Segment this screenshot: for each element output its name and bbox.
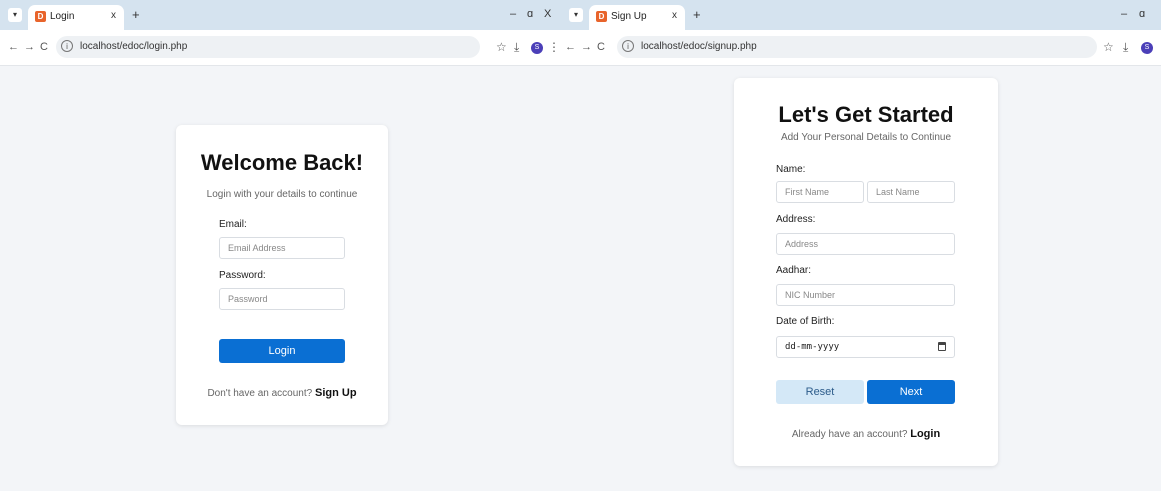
- login-link[interactable]: Login: [910, 428, 940, 440]
- aadhar-label: Aadhar:: [776, 265, 812, 276]
- login-browser-window: ▾ D Login x + – ɑ X ← → C i localhost/ed…: [0, 0, 561, 491]
- tab-strip: ▾ D Login x + – ɑ X: [0, 0, 561, 30]
- last-name-field[interactable]: Last Name: [867, 181, 955, 203]
- login-card: Welcome Back! Login with your details to…: [176, 125, 388, 425]
- next-button[interactable]: Next: [867, 380, 955, 404]
- address-field[interactable]: Address: [776, 233, 955, 255]
- bookmark-star-icon[interactable]: ☆: [496, 40, 507, 54]
- tab-title: Sign Up: [611, 11, 647, 22]
- browser-menu-icon[interactable]: ⋮: [548, 40, 560, 54]
- signup-heading: Let's Get Started: [778, 102, 954, 127]
- dob-label: Date of Birth:: [776, 316, 835, 327]
- restore-button[interactable]: ɑ: [527, 8, 533, 20]
- login-button[interactable]: Login: [219, 339, 345, 363]
- signup-subheading: Add Your Personal Details to Continue: [780, 132, 952, 143]
- email-label: Email:: [219, 219, 247, 230]
- tab-close-icon[interactable]: x: [672, 10, 677, 21]
- reset-button[interactable]: Reset: [776, 380, 864, 404]
- nic-number-field[interactable]: NIC Number: [776, 284, 955, 306]
- tab-title: Login: [50, 11, 75, 22]
- password-field[interactable]: Password: [219, 288, 345, 310]
- login-subheading: Login with your details to continue: [206, 189, 358, 200]
- download-icon[interactable]: ⤓: [1123, 40, 1128, 55]
- tab-sign-up[interactable]: D Sign Up x: [589, 5, 685, 30]
- address-bar[interactable]: i localhost/edoc/login.php: [56, 36, 480, 58]
- bookmark-star-icon[interactable]: ☆: [1103, 40, 1114, 54]
- url-text: localhost/edoc/signup.php: [641, 41, 757, 52]
- close-window-button[interactable]: X: [544, 8, 551, 20]
- calendar-icon[interactable]: [938, 342, 946, 351]
- profile-avatar[interactable]: S: [531, 42, 543, 54]
- dob-field-value: dd-mm-yyyy: [785, 342, 840, 352]
- new-tab-button[interactable]: +: [132, 7, 140, 22]
- back-button[interactable]: ←: [565, 41, 576, 53]
- new-tab-button[interactable]: +: [693, 7, 701, 22]
- reload-button[interactable]: C: [40, 41, 48, 53]
- password-label: Password:: [219, 270, 266, 281]
- profile-avatar[interactable]: S: [1141, 42, 1153, 54]
- restore-button[interactable]: ɑ: [1139, 8, 1145, 20]
- signup-prompt: Don't have an account? Sign Up: [176, 387, 388, 399]
- email-field[interactable]: Email Address: [219, 237, 345, 259]
- site-info-icon[interactable]: i: [622, 40, 634, 52]
- minimize-button[interactable]: –: [510, 8, 516, 20]
- forward-button[interactable]: →: [581, 41, 592, 53]
- download-icon[interactable]: ⤓: [514, 40, 519, 55]
- favicon-icon: D: [35, 11, 46, 22]
- signup-prompt-text: Don't have an account?: [207, 388, 313, 399]
- minimize-button[interactable]: –: [1121, 8, 1127, 20]
- address-bar[interactable]: i localhost/edoc/signup.php: [617, 36, 1097, 58]
- tab-close-icon[interactable]: x: [111, 10, 116, 21]
- tab-login[interactable]: D Login x: [28, 5, 124, 30]
- signup-card: Let's Get Started Add Your Personal Deta…: [734, 78, 998, 466]
- dob-field[interactable]: dd-mm-yyyy: [776, 336, 955, 358]
- tab-search-dropdown-icon[interactable]: ▾: [8, 8, 22, 22]
- back-button[interactable]: ←: [8, 41, 19, 53]
- login-prompt-text: Already have an account?: [791, 429, 908, 440]
- url-text: localhost/edoc/login.php: [80, 41, 188, 52]
- first-name-field[interactable]: First Name: [776, 181, 864, 203]
- site-info-icon[interactable]: i: [61, 40, 73, 52]
- favicon-icon: D: [596, 11, 607, 22]
- login-heading: Welcome Back!: [200, 150, 364, 175]
- browser-toolbar: ← → C i localhost/edoc/signup.php ☆ ⤓ S: [561, 30, 1161, 66]
- signup-link[interactable]: Sign Up: [315, 387, 357, 399]
- address-label: Address:: [776, 214, 816, 225]
- browser-toolbar: ← → C i localhost/edoc/login.php ☆ ⤓ S ⋮: [0, 30, 561, 66]
- signup-browser-window: ▾ D Sign Up x + – ɑ ← → C i localhost/ed…: [561, 0, 1161, 491]
- forward-button[interactable]: →: [24, 41, 35, 53]
- login-prompt: Already have an account? Login: [734, 428, 998, 440]
- reload-button[interactable]: C: [597, 41, 605, 53]
- tab-strip: ▾ D Sign Up x + – ɑ: [561, 0, 1161, 30]
- name-label: Name:: [776, 164, 806, 175]
- tab-search-dropdown-icon[interactable]: ▾: [569, 8, 583, 22]
